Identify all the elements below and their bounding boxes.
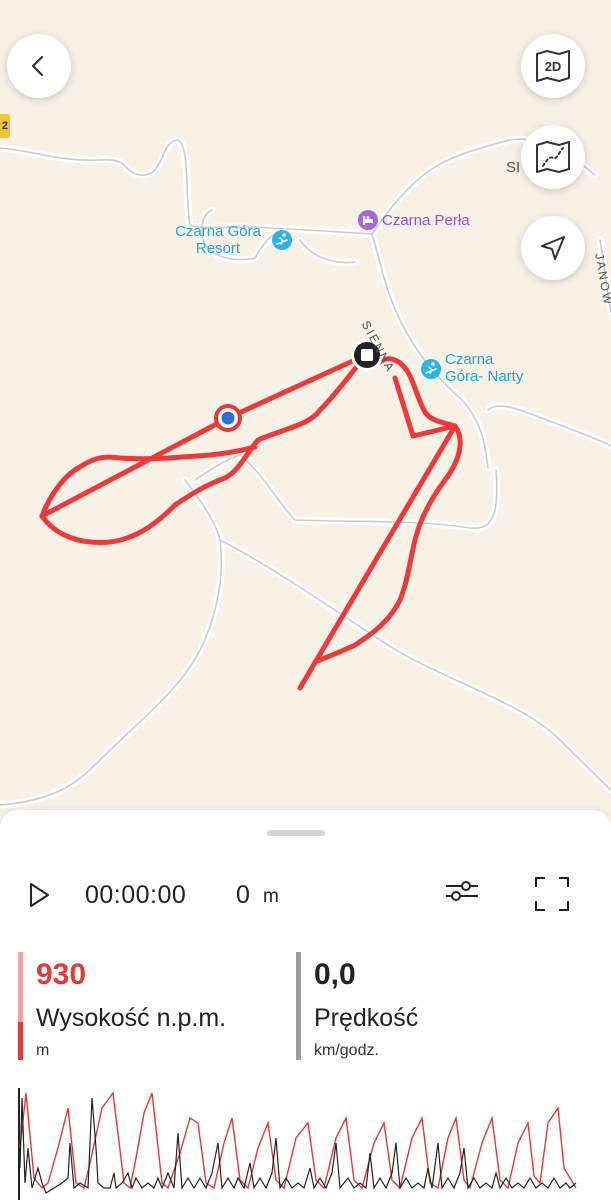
drag-handle[interactable] [267, 830, 325, 836]
start-marker[interactable] [214, 404, 242, 432]
altitude-unit: m [36, 1042, 50, 1059]
speed-indicator-bar [296, 952, 301, 1060]
altitude-label: Wysokość n.p.m. [36, 1004, 227, 1032]
play-icon [30, 883, 49, 907]
distance-unit: m [263, 886, 279, 907]
navigation-arrow-icon [541, 236, 565, 260]
play-button[interactable] [26, 880, 52, 915]
gps-track [39, 351, 463, 691]
distance-value: 0 [236, 881, 250, 909]
chevron-left-icon [31, 55, 44, 77]
view-mode-label: 2D [545, 59, 562, 74]
elevation-speed-profile-chart[interactable] [18, 1088, 578, 1200]
view-mode-button[interactable]: 2D [521, 34, 585, 98]
place-name: Czarna Perła [382, 212, 470, 229]
elapsed-time: 00:00:00 [85, 881, 187, 909]
speed-label: Prędkość [314, 1004, 419, 1032]
altitude-metric[interactable]: 930 Wysokość n.p.m. m [18, 952, 278, 1060]
map-layers-icon [536, 141, 570, 173]
speed-value: 0,0 [314, 958, 356, 991]
settings-button[interactable] [444, 876, 480, 911]
altitude-indicator-bar [18, 952, 23, 1060]
road-number-badge: 2 [0, 114, 10, 138]
bottom-sheet[interactable]: 00:00:00 0 m 930 Wysokość n.p.m. m 0,0 P… [0, 810, 611, 1200]
ski-icon[interactable] [272, 230, 292, 250]
altitude-profile-line [19, 1091, 577, 1190]
fullscreen-icon [535, 877, 569, 911]
place-name: Czarna Góra- Narty [445, 351, 524, 385]
speed-metric[interactable]: 0,0 Prędkość km/godz. [296, 952, 576, 1060]
place-label-perla[interactable]: Czarna Perła [382, 212, 470, 229]
map-2d-icon: 2D [536, 50, 570, 82]
speed-profile-line [19, 1097, 577, 1194]
speed-unit: km/godz. [314, 1042, 379, 1059]
road-label-si: SI [506, 159, 521, 176]
back-button[interactable] [7, 34, 71, 98]
playback-controls: 00:00:00 0 m [0, 872, 611, 918]
hotel-icon[interactable] [358, 210, 378, 230]
fullscreen-button[interactable] [534, 876, 570, 917]
place-name: Czarna Góra Resort [175, 223, 261, 257]
locate-button[interactable] [521, 216, 585, 280]
altitude-value: 930 [36, 958, 87, 991]
ski-icon[interactable] [421, 359, 441, 379]
place-label-narty[interactable]: Czarna Góra- Narty [445, 351, 523, 385]
sliders-icon [446, 881, 478, 901]
place-label-resort[interactable]: Czarna Góra Resort [163, 223, 273, 257]
map-layers-button[interactable] [521, 125, 585, 189]
map-canvas[interactable] [0, 0, 611, 830]
map-view[interactable]: 2 Czarna Góra Resort Czarna Perła Czarna… [0, 0, 611, 830]
